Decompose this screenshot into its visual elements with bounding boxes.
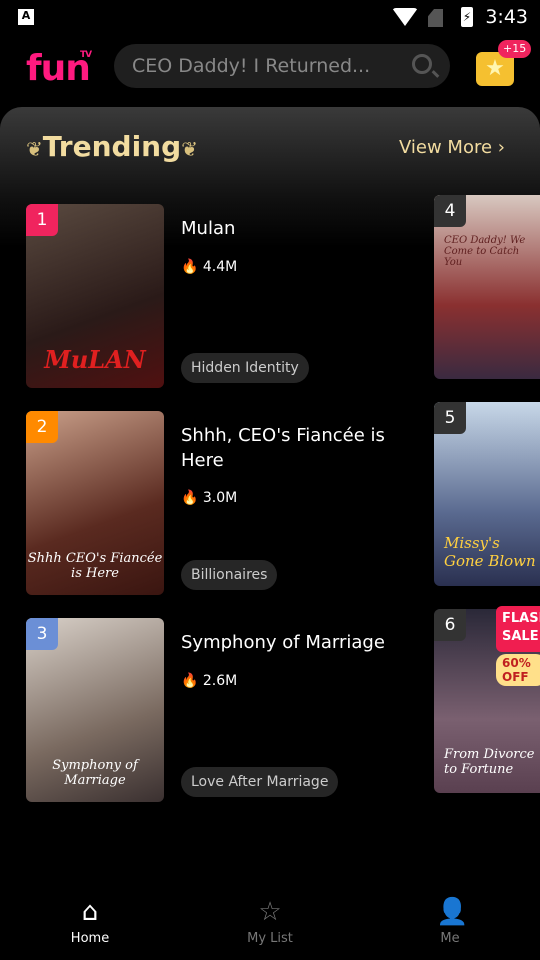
- view-count: 🔥 2.6M: [181, 673, 237, 689]
- poster-text: Missy's Gone Blown: [444, 534, 536, 570]
- reward-button[interactable]: ★ +15: [476, 40, 532, 86]
- search-input[interactable]: CEO Daddy! I Returned...: [114, 44, 450, 88]
- view-more-label: View More: [399, 137, 493, 158]
- item-title: Symphony of Marriage: [181, 632, 385, 653]
- poster-text: Shhh CEO's Fiancée is Here: [27, 551, 163, 581]
- list-item[interactable]: MuLAN 1 Mulan 🔥 4.4M Hidden Identity: [26, 204, 426, 388]
- chevron-right-icon: ›: [497, 137, 505, 158]
- poster-text: CEO Daddy! We Come to Catch You: [444, 235, 526, 268]
- logo-sup: TV: [80, 50, 92, 60]
- item-title: Mulan: [181, 218, 236, 239]
- genre-tag[interactable]: Hidden Identity: [181, 353, 309, 383]
- tab-me[interactable]: 👤 Me: [390, 897, 510, 946]
- rank-badge: 1: [26, 204, 58, 236]
- fire-icon: 🔥: [181, 259, 199, 275]
- user-icon: 👤: [436, 897, 469, 927]
- no-sim-icon: [428, 9, 443, 27]
- flash-sale-button[interactable]: FLASH SALE 60% OFF: [496, 596, 540, 686]
- reward-badge: +15: [498, 40, 532, 58]
- section-title-text: Trending: [42, 130, 182, 163]
- notification-icon: A: [18, 9, 34, 25]
- item-title: Shhh, CEO's Fiancée is Here: [181, 425, 385, 471]
- views-text: 2.6M: [202, 673, 238, 689]
- tab-home[interactable]: ⌂ Home: [30, 897, 150, 946]
- rank-badge: 4: [434, 195, 466, 227]
- poster-text: MuLAN: [44, 345, 146, 374]
- discount-label: 60% OFF: [496, 654, 540, 686]
- star-icon: ☆: [258, 897, 282, 927]
- view-count: 🔥 4.4M: [181, 259, 237, 275]
- search-icon[interactable]: [412, 54, 432, 74]
- tab-label: Home: [70, 931, 110, 946]
- fire-icon: 🔥: [181, 490, 199, 506]
- genre-tag[interactable]: Billionaires: [181, 560, 278, 590]
- bottom-nav: ⌂ Home ☆ My List 👤 Me: [0, 887, 540, 960]
- genre-tag[interactable]: Love After Marriage: [181, 767, 339, 797]
- home-icon: ⌂: [81, 897, 99, 927]
- rank-badge: 6: [434, 609, 466, 641]
- list-item[interactable]: Shhh CEO's Fiancée is Here 2 Shhh, CEO's…: [26, 411, 426, 595]
- status-bar: A ⚡ 3:43: [0, 0, 540, 36]
- laurel-icon: ❦: [26, 137, 43, 161]
- view-more-link[interactable]: View More ›: [399, 137, 505, 158]
- view-count: 🔥 3.0M: [181, 490, 237, 506]
- views-text: 3.0M: [202, 490, 238, 506]
- rank-badge: 5: [434, 402, 466, 434]
- search-placeholder: CEO Daddy! I Returned...: [132, 55, 371, 77]
- wifi-icon: [392, 8, 418, 26]
- tab-label: Me: [440, 931, 460, 946]
- side-poster[interactable]: 4 CEO Daddy! We Come to Catch You: [434, 195, 540, 379]
- clock: 3:43: [485, 6, 528, 28]
- list-item[interactable]: Symphony of Marriage 3 Symphony of Marri…: [26, 618, 426, 802]
- tab-my-list[interactable]: ☆ My List: [210, 897, 330, 946]
- poster-text: Symphony of Marriage: [52, 758, 138, 788]
- rank-badge: 3: [26, 618, 58, 650]
- section-title: ❦Trending❦: [26, 130, 198, 163]
- side-poster[interactable]: 5 Missy's Gone Blown: [434, 402, 540, 586]
- views-text: 4.4M: [202, 259, 238, 275]
- flash-sale-label: FLASH SALE: [496, 606, 540, 652]
- rank-badge: 2: [26, 411, 58, 443]
- app-logo: fun TV: [26, 48, 92, 89]
- tab-label: My List: [247, 931, 293, 946]
- battery-charging-icon: ⚡: [461, 7, 473, 27]
- poster-text: From Divorce to Fortune: [444, 747, 535, 777]
- laurel-icon: ❦: [181, 137, 198, 161]
- fire-icon: 🔥: [181, 673, 199, 689]
